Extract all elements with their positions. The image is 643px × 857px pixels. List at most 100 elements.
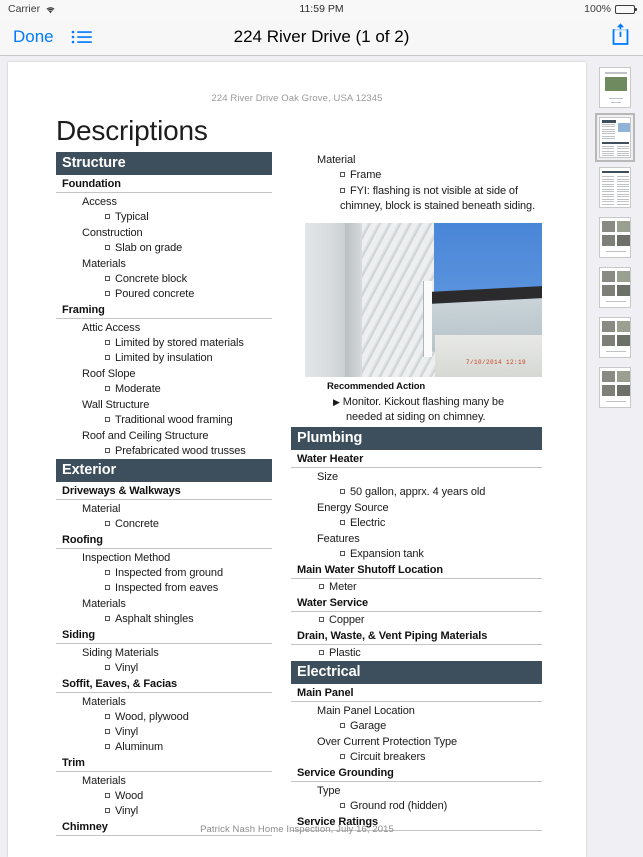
checkbox-icon bbox=[319, 583, 324, 589]
field-label: Over Current Protection Type bbox=[317, 735, 458, 748]
thumbnail-page-2[interactable] bbox=[594, 113, 635, 162]
checkbox-icon bbox=[340, 722, 345, 728]
field-value-text: Wood, plywood bbox=[115, 711, 189, 723]
field-value: Limited by stored materials bbox=[56, 335, 272, 350]
field-value: Vinyl bbox=[56, 660, 272, 675]
ipad-pdf-viewer: Carrier 11:59 PM 100% Done 224 River Dri… bbox=[0, 0, 643, 857]
field-label: Material bbox=[82, 503, 121, 515]
done-button[interactable]: Done bbox=[13, 27, 54, 47]
field-value: Typical bbox=[56, 209, 272, 224]
field-value: Moderate bbox=[56, 381, 272, 396]
field-value-text: Vinyl bbox=[115, 662, 139, 674]
field-value: Poured concrete bbox=[56, 286, 272, 301]
field-label: Energy Source bbox=[317, 501, 389, 514]
field-value-text: Concrete bbox=[115, 518, 159, 530]
field-label: Materials bbox=[82, 598, 126, 610]
right-column-top-rows: Material Frame FYI: flashing is not visibl… bbox=[291, 151, 542, 214]
field-label: Features bbox=[317, 532, 360, 545]
checkbox-icon bbox=[105, 245, 110, 250]
field-label: Inspection Method bbox=[82, 552, 171, 564]
share-icon bbox=[611, 23, 630, 50]
thumbnail-page-3[interactable] bbox=[598, 167, 631, 208]
recommended-action-text: ▶ Monitor. Kickout flashing many be need… bbox=[333, 396, 504, 423]
field-label: Size bbox=[317, 470, 338, 483]
subsection-header: Main Water Shutoff Location bbox=[291, 561, 542, 579]
subsection-header: Roofing bbox=[56, 531, 272, 549]
chimney-flashing-photo[interactable]: 7/10/2014 12:19 bbox=[305, 223, 542, 378]
field-value-text: Copper bbox=[329, 613, 365, 626]
checkbox-icon bbox=[340, 550, 345, 556]
status-bar: Carrier 11:59 PM 100% bbox=[0, 0, 643, 18]
photo-container: 7/10/2014 12:19 bbox=[291, 214, 542, 378]
field-label: Wall Structure bbox=[82, 399, 150, 411]
recommended-action-label: Recommended Action bbox=[327, 381, 426, 393]
field-value-text: Meter bbox=[329, 580, 357, 593]
pdf-page: 224 River Drive Oak Grove, USA 12345 Des… bbox=[8, 62, 586, 857]
field-value-text: Limited by stored materials bbox=[115, 337, 244, 349]
share-button[interactable] bbox=[611, 22, 630, 51]
wifi-icon bbox=[45, 5, 56, 14]
checkbox-icon bbox=[105, 585, 110, 590]
field-label: Material bbox=[317, 154, 356, 166]
thumbnail-rail[interactable] bbox=[586, 56, 643, 857]
field-value: Plastic bbox=[291, 645, 542, 660]
document-scroll-area[interactable]: 224 River Drive Oak Grove, USA 12345 Des… bbox=[0, 56, 643, 857]
checkbox-icon bbox=[105, 355, 110, 360]
field-label: Roof and Ceiling Structure bbox=[82, 430, 209, 442]
field-value: Circuit breakers bbox=[291, 749, 542, 764]
field-value: Aluminum bbox=[56, 739, 272, 754]
checkbox-icon bbox=[105, 417, 110, 422]
thumbnail-page-1[interactable] bbox=[598, 67, 631, 108]
field-value: Prefabricated wood trusses bbox=[56, 443, 272, 458]
bulleted-list-icon[interactable] bbox=[71, 29, 93, 45]
field-value: Inspected from eaves bbox=[56, 580, 272, 595]
document-footer: Patrick Nash Home Inspection, July 16, 2… bbox=[200, 824, 394, 835]
field-value-text: Plastic bbox=[329, 646, 361, 659]
field-value-text: Vinyl bbox=[115, 805, 139, 817]
navigation-bar-left: Done bbox=[13, 27, 93, 47]
thumbnail-page-7[interactable] bbox=[598, 367, 631, 408]
field-value-text: Wood bbox=[115, 790, 144, 802]
field-value: Ground rod (hidden) bbox=[291, 798, 542, 813]
field-value-text: Traditional wood framing bbox=[115, 414, 233, 426]
subsection-header: Driveways & Walkways bbox=[56, 482, 272, 500]
field-value: Frame bbox=[291, 167, 542, 182]
field-value-text: Frame bbox=[350, 169, 382, 181]
field-value-text: Aluminum bbox=[115, 741, 164, 753]
field-value-text: Expansion tank bbox=[350, 547, 424, 560]
field-value-text: Poured concrete bbox=[115, 288, 195, 300]
thumbnail-page-6[interactable] bbox=[598, 317, 631, 358]
subsection-header: Main Panel bbox=[291, 684, 542, 702]
field-value: Vinyl bbox=[56, 724, 272, 739]
checkbox-icon bbox=[105, 729, 110, 734]
field-label: Attic Access bbox=[82, 322, 141, 334]
checkbox-icon bbox=[340, 802, 345, 808]
checkbox-icon bbox=[105, 808, 110, 813]
field-label: Siding Materials bbox=[82, 647, 159, 659]
right-column: Material Frame FYI: flashing is not visibl… bbox=[291, 151, 542, 836]
checkbox-icon bbox=[340, 172, 345, 177]
document-address-line: 224 River Drive Oak Grove, USA 12345 bbox=[211, 93, 383, 104]
field-label: Materials bbox=[82, 775, 126, 787]
checkbox-icon bbox=[340, 519, 345, 525]
field-value: Concrete bbox=[56, 516, 272, 531]
thumbnail-page-4[interactable] bbox=[598, 217, 631, 258]
checkbox-icon bbox=[319, 649, 324, 655]
right-column-bottom-rows: Plumbing Water Heater Size 50 gallon, apprx… bbox=[291, 426, 542, 831]
field-label: Materials bbox=[82, 696, 126, 708]
checkbox-icon bbox=[105, 214, 110, 219]
field-value: Wood bbox=[56, 788, 272, 803]
checkbox-icon bbox=[105, 291, 110, 296]
subsection-header: Water Service bbox=[291, 594, 542, 612]
thumbnail-page-5[interactable] bbox=[598, 267, 631, 308]
field-value-text: Prefabricated wood trusses bbox=[115, 445, 246, 457]
photo-timestamp: 7/10/2014 12:19 bbox=[465, 359, 526, 367]
field-value: Limited by insulation bbox=[56, 350, 272, 365]
subsection-header: Water Heater bbox=[291, 450, 542, 468]
field-label: Construction bbox=[82, 227, 143, 239]
field-value-text: Concrete block bbox=[115, 273, 187, 285]
field-value: Wood, plywood bbox=[56, 709, 272, 724]
subsection-header: Soffit, Eaves, & Facias bbox=[56, 675, 272, 693]
subsection-header: Drain, Waste, & Vent Piping Materials bbox=[291, 627, 542, 645]
triangle-bullet-icon: ▶ bbox=[333, 397, 340, 408]
